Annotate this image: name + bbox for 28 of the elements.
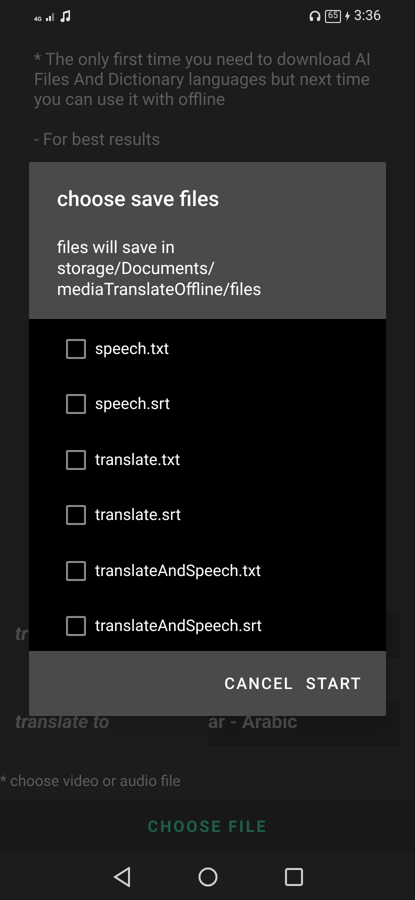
- checkbox[interactable]: [66, 505, 86, 526]
- home-icon[interactable]: [198, 866, 218, 886]
- music-note-icon: [60, 10, 71, 22]
- checkbox[interactable]: [66, 394, 86, 414]
- charging-icon: [345, 11, 350, 21]
- dialog-title: choose save files: [57, 187, 220, 214]
- dialog-message: files will save in storage/Documents/ mediaTranslateOffline/files: [57, 238, 262, 301]
- checkbox[interactable]: [66, 338, 86, 359]
- back-icon[interactable]: [112, 866, 130, 886]
- file-option-label: translateAndSpeech.txt: [95, 560, 262, 582]
- file-option-label: translate.srt: [95, 504, 181, 526]
- recent-apps-icon[interactable]: [284, 868, 302, 886]
- checkbox[interactable]: [66, 560, 86, 581]
- dialog-button[interactable]: START: [304, 666, 364, 702]
- checkbox[interactable]: [66, 616, 86, 636]
- clock: 3:36: [354, 6, 381, 26]
- info-text: - For best results: [34, 130, 162, 150]
- headphones-icon: [308, 10, 321, 22]
- dialog-button[interactable]: CANCEL: [222, 666, 296, 702]
- file-option-label: speech.srt: [95, 393, 170, 416]
- file-option-label: speech.txt: [95, 338, 170, 360]
- info-text: * The only first time you need to download AI Files And Dictionary languages but next time you can use it with offline: [34, 50, 372, 110]
- battery-level: 65: [324, 10, 341, 22]
- file-option-label: translateAndSpeech.srt: [95, 615, 262, 638]
- file-option-label: translate.txt: [95, 448, 180, 471]
- checkbox[interactable]: [66, 450, 86, 470]
- signal-icon: [46, 12, 56, 20]
- hint-text: * choose video or audio file: [0, 770, 182, 792]
